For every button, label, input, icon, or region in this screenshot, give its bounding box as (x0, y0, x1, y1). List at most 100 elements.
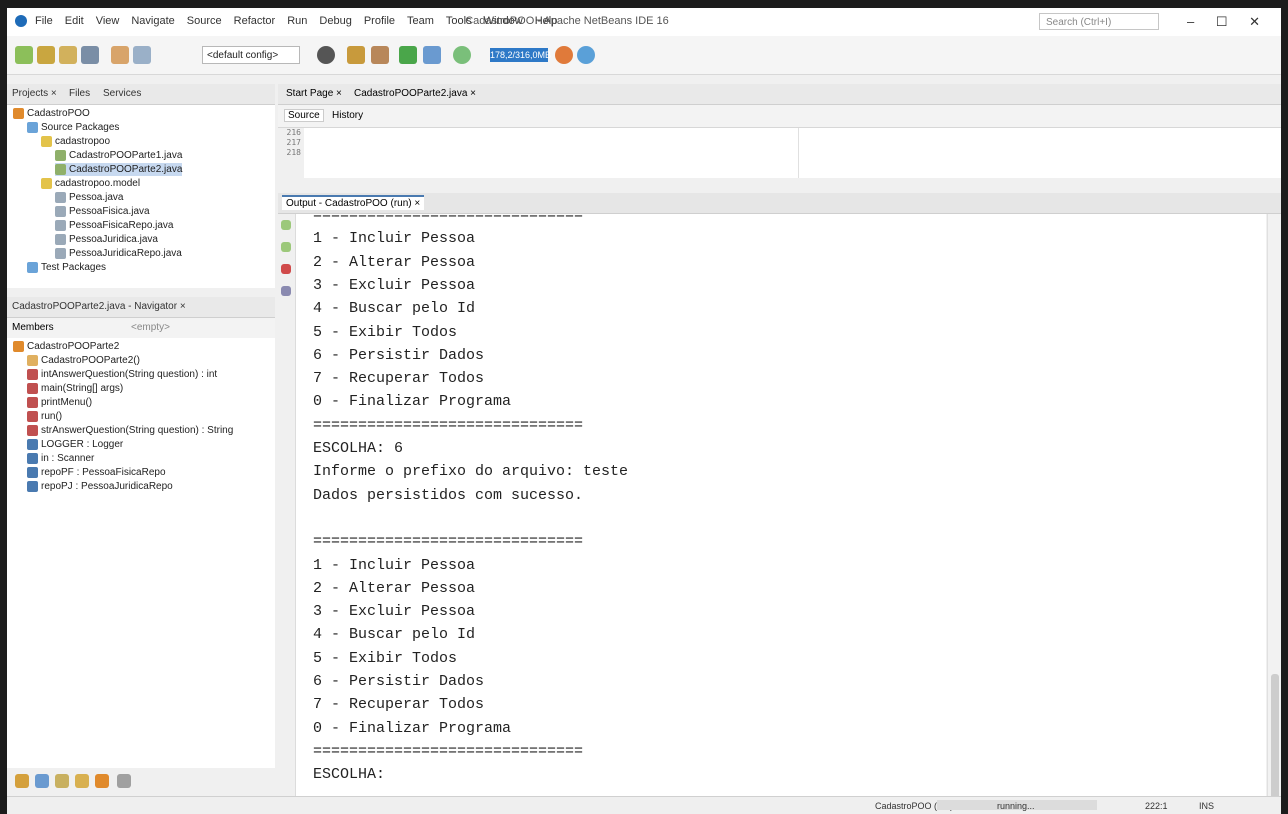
redo-icon[interactable] (133, 46, 151, 64)
profile-icon[interactable] (453, 46, 471, 64)
project-tree-item[interactable]: Pessoa.java (55, 191, 123, 204)
navigator-item[interactable]: repoPF : PessoaFisicaRepo (27, 466, 166, 479)
project-tree-item-label: Pessoa.java (69, 192, 124, 203)
project-tree-item[interactable]: cadastropoo.model (41, 177, 140, 190)
empty-filter[interactable]: <empty> (131, 322, 170, 333)
project-tree-node-icon (41, 135, 52, 147)
project-tree-node-icon (55, 233, 66, 245)
navigator-node-icon (27, 480, 38, 492)
debug-icon[interactable] (423, 46, 441, 64)
static-icon[interactable] (55, 774, 69, 788)
project-tree-item[interactable]: PessoaJuridicaRepo.java (55, 247, 182, 260)
tab-services[interactable]: Services (103, 88, 141, 99)
memory-indicator[interactable]: 178,2/316,0MB (490, 48, 551, 62)
output-header: Output - CadastroPOO (run) × (278, 193, 1281, 214)
project-tree-item[interactable]: Test Packages (27, 261, 106, 274)
output-line: 0 - Finalizar Programa (313, 719, 512, 737)
line-number: 216 (286, 128, 301, 137)
fields-icon[interactable] (35, 774, 49, 788)
navigator-node-icon (27, 410, 38, 422)
history-tab[interactable]: History (332, 110, 363, 121)
project-tree-item[interactable]: CadastroPOOParte1.java (55, 149, 182, 162)
output-line: ESCOLHA: (313, 766, 386, 784)
project-tree-item[interactable]: PessoaFisica.java (55, 205, 150, 218)
close-button[interactable]: ✕ (1249, 14, 1260, 29)
project-tree-item[interactable]: PessoaFisicaRepo.java (55, 219, 174, 232)
output-line: ============================== (313, 214, 584, 224)
navigator-node-icon (27, 382, 38, 394)
project-tree-node-icon (13, 107, 24, 119)
rerun-icon[interactable] (281, 220, 291, 230)
minimize-button[interactable]: – (1187, 14, 1194, 29)
project-tree-node-icon (55, 205, 66, 217)
maximize-button[interactable]: ☐ (1216, 14, 1228, 29)
tab-files[interactable]: Files (69, 88, 90, 99)
project-tree-node-icon (55, 219, 66, 231)
navigator-item[interactable]: CadastroPOOParte2() (27, 354, 140, 367)
navigator-item[interactable]: main(String[] args) (27, 382, 123, 395)
output-line: 1 - Incluir Pessoa (313, 556, 476, 574)
open-project-icon[interactable] (59, 46, 77, 64)
output-tab[interactable]: Output - CadastroPOO (run) × (282, 195, 425, 210)
output-line: 4 - Buscar pelo Id (313, 300, 476, 318)
window-title: CadastroPOO - Apache NetBeans IDE 16 (465, 15, 669, 27)
clean-build-icon[interactable] (371, 46, 389, 64)
output-line: 4 - Buscar pelo Id (313, 626, 476, 644)
navigator-item-label: repoPJ : PessoaJuridicaRepo (41, 481, 173, 492)
run-icon[interactable] (399, 46, 417, 64)
editor-tabs: Start Page × CadastroPOOParte2.java × (278, 84, 1281, 105)
output-line: ============================== (313, 416, 584, 434)
search-input[interactable]: Search (Ctrl+I) (1039, 13, 1159, 30)
config-select[interactable]: <default config> (202, 46, 300, 64)
output-scrollbar[interactable] (1267, 214, 1281, 804)
output-actions (278, 214, 296, 804)
undo-icon[interactable] (111, 46, 129, 64)
navigator-item[interactable]: printMenu() (27, 396, 92, 409)
output-console[interactable]: ============================== 1 - Inclui… (296, 214, 1266, 804)
members-filter[interactable]: Members (12, 322, 54, 333)
projects-tabs: Projects × Files Services (7, 84, 275, 105)
project-tree-item[interactable]: CadastroPOOParte2.java (55, 163, 183, 176)
navigator-item[interactable]: strAnswerQuestion(String question) : Str… (27, 424, 233, 437)
project-tree-item[interactable]: CadastroPOO (13, 107, 90, 120)
settings-icon[interactable] (281, 286, 291, 296)
output-line: 1 - Incluir Pessoa (313, 230, 476, 248)
target-icon[interactable] (317, 46, 335, 64)
new-project-icon[interactable] (37, 46, 55, 64)
project-tree-item-label: Source Packages (41, 122, 120, 133)
stop-icon[interactable] (281, 264, 291, 274)
filter-icon[interactable] (15, 774, 29, 788)
scroll-thumb[interactable] (1271, 674, 1279, 802)
project-tree-item[interactable]: Source Packages (27, 121, 119, 134)
navigator-item[interactable]: CadastroPOOParte2 (13, 340, 119, 353)
gc-icon[interactable] (555, 46, 573, 64)
new-file-icon[interactable] (15, 46, 33, 64)
source-tab[interactable]: Source (284, 109, 324, 122)
code-editor[interactable]: 216 217 218 (278, 128, 1281, 178)
navigator-item[interactable]: run() (27, 410, 62, 423)
navigator-node-icon (27, 368, 38, 380)
rerun-different-icon[interactable] (281, 242, 291, 252)
project-tree-item[interactable]: PessoaJuridica.java (55, 233, 158, 246)
inherited-icon[interactable] (95, 774, 109, 788)
project-tree-item[interactable]: cadastropoo (41, 135, 110, 148)
navigator-item[interactable]: repoPJ : PessoaJuridicaRepo (27, 480, 173, 493)
project-tree-node-icon (27, 121, 38, 133)
navigator-item-label: LOGGER : Logger (41, 439, 124, 450)
tab-start-page[interactable]: Start Page × (286, 88, 342, 99)
save-all-icon[interactable] (81, 46, 99, 64)
project-tree-item-label: PessoaJuridica.java (69, 234, 158, 245)
project-tree-item-label: CadastroPOO (27, 108, 90, 119)
build-icon[interactable] (347, 46, 365, 64)
nonpublic-icon[interactable] (75, 774, 89, 788)
navigator-node-icon (27, 452, 38, 464)
editor-toolbar: Source History (278, 105, 1281, 128)
navigator-node-icon (13, 340, 24, 352)
navigator-item[interactable]: intAnswerQuestion(String question) : int (27, 368, 217, 381)
navigator-item[interactable]: LOGGER : Logger (27, 438, 123, 451)
tab-cadastropooparte2[interactable]: CadastroPOOParte2.java × (354, 88, 476, 99)
navigator-item[interactable]: in : Scanner (27, 452, 94, 465)
gc2-icon[interactable] (577, 46, 595, 64)
sort-icon[interactable] (117, 774, 131, 788)
tab-projects[interactable]: Projects × (12, 88, 57, 99)
